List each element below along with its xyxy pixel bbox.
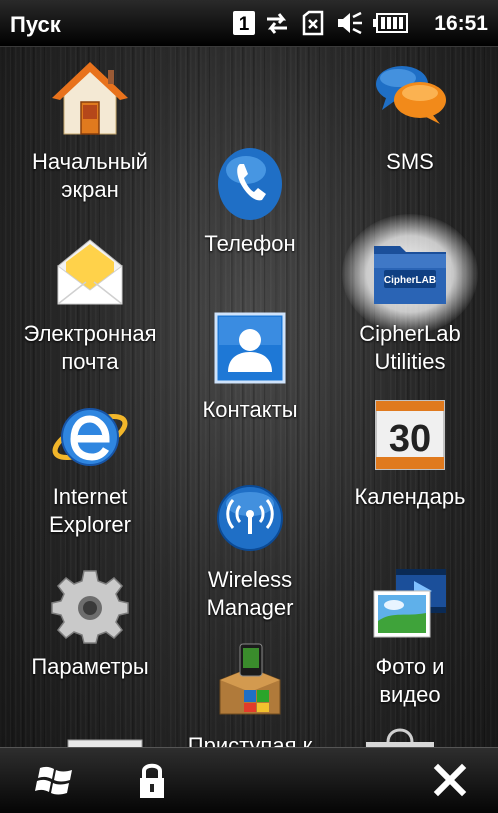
gear-icon — [51, 570, 129, 644]
getting-started-icon — [219, 643, 281, 715]
cipherlab-badge: CipherLAB — [384, 275, 436, 286]
lock-icon[interactable] — [130, 758, 174, 802]
tile-label: CipherLab Utilities — [359, 321, 461, 374]
tile-label: Параметры — [31, 654, 149, 679]
battery-icon[interactable] — [372, 10, 408, 36]
tile-label: Wireless Manager — [206, 567, 294, 620]
tile-label: Контакты — [202, 397, 298, 422]
softkey-bar — [0, 747, 498, 813]
envelope-icon — [57, 239, 123, 305]
data-sync-icon[interactable] — [264, 10, 290, 36]
calendar-day: 30 — [389, 418, 431, 460]
tile-label: Календарь — [354, 484, 466, 509]
clock[interactable]: 16:51 — [434, 12, 488, 36]
partial-bag-icon — [366, 728, 434, 750]
contacts-icon — [214, 312, 286, 384]
phone-icon — [218, 148, 282, 220]
tile-label: Фото и видео — [375, 654, 445, 707]
tile-label: Internet Explorer — [49, 484, 131, 537]
speech-bubbles-icon — [376, 66, 446, 124]
sim-badge: 1 — [239, 14, 250, 35]
photo-video-icon — [373, 569, 446, 638]
cipherlab-folder-icon: CipherLAB — [374, 246, 446, 304]
internet-explorer-icon — [52, 408, 128, 466]
tile-label: Начальный экран — [32, 149, 148, 202]
status-bar: Пуск 1 16:51 — [0, 0, 498, 47]
wireless-icon — [217, 485, 283, 551]
tile-label: Электронная почта — [23, 321, 157, 374]
start-title[interactable]: Пуск — [10, 12, 61, 38]
calendar-icon: 30 — [375, 400, 445, 470]
start-screen: Пуск 1 16:51 Начальный экран Электронная… — [0, 0, 498, 813]
no-sim-icon[interactable] — [300, 10, 326, 36]
volume-muted-icon[interactable] — [336, 10, 364, 36]
tile-label: SMS — [386, 149, 434, 174]
close-icon[interactable] — [428, 758, 472, 802]
sim-slot-icon[interactable]: 1 — [232, 10, 256, 36]
windows-flag-icon[interactable] — [34, 758, 78, 802]
home-icon — [52, 62, 128, 135]
tile-label: Телефон — [204, 231, 296, 256]
